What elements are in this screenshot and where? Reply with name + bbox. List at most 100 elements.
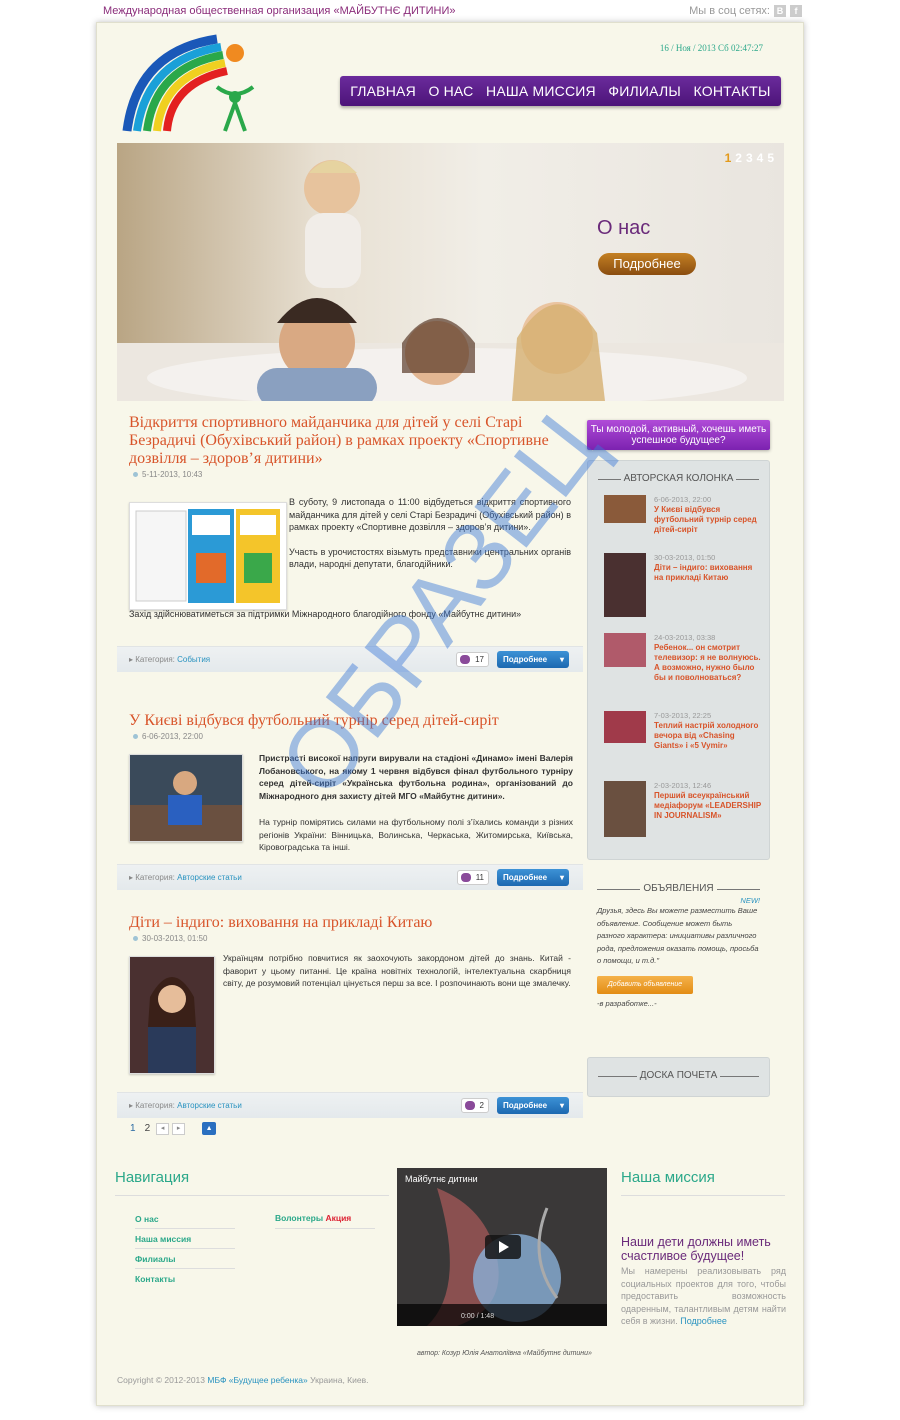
article-category: ▸ Категория: События bbox=[129, 655, 211, 664]
article-thumbnail[interactable] bbox=[129, 956, 215, 1074]
nav-about[interactable]: О НАС bbox=[428, 83, 473, 99]
article-text: В суботу, 9 листопада о 11:00 відбудетьс… bbox=[289, 497, 571, 569]
add-ad-button[interactable]: Добавить объявление bbox=[597, 975, 693, 994]
footer-link[interactable]: О нас bbox=[135, 1214, 159, 1224]
comments-count[interactable]: 17 bbox=[456, 652, 489, 667]
footer-link[interactable]: Филиалы bbox=[135, 1254, 176, 1264]
ads-text: Друзья, здесь Вы можете разместить Ваше … bbox=[597, 906, 759, 965]
article: Діти – індиго: виховання на прикладі Кит… bbox=[117, 914, 583, 1118]
play-icon[interactable] bbox=[485, 1235, 521, 1259]
article-date: 5-11-2013, 10:43 bbox=[117, 468, 583, 479]
slider-pager: 1 2 3 4 5 bbox=[725, 151, 774, 165]
mission-text: Мы намерены реализовывать ряд социальных… bbox=[621, 1266, 786, 1326]
next-arrow-icon[interactable]: ▸ bbox=[172, 1122, 186, 1135]
page-current: 2 bbox=[144, 1123, 151, 1134]
more-button[interactable]: Подробнее bbox=[497, 651, 569, 668]
category-link[interactable]: События bbox=[177, 655, 210, 664]
category-link[interactable]: Авторские статьи bbox=[177, 1101, 242, 1110]
author-title[interactable]: У Києві відбувся футбольний турнір серед… bbox=[654, 505, 762, 535]
portrait-photo bbox=[130, 957, 214, 1073]
author-item[interactable]: 30-03-2013, 01:50 Діти – індиго: вихован… bbox=[604, 553, 764, 619]
copyright-link[interactable]: МБФ «Будущее ребенка» bbox=[207, 1375, 307, 1385]
category-link[interactable]: Авторские статьи bbox=[177, 873, 242, 882]
article-footer: ▸ Категория: Авторские статьи 11 Подробн… bbox=[117, 864, 583, 890]
nav-home[interactable]: ГЛАВНАЯ bbox=[350, 83, 416, 99]
honor-board: ДОСКА ПОЧЕТА bbox=[587, 1057, 770, 1097]
ads-widget: ОБЪЯВЛЕНИЯ NEW! Друзья, здесь Вы можете … bbox=[587, 871, 770, 1051]
article-category: ▸ Категория: Авторские статьи bbox=[129, 873, 242, 882]
divider bbox=[621, 1195, 785, 1196]
divider bbox=[135, 1228, 235, 1229]
footer-link-volunteers[interactable]: Волонтеры Акция bbox=[275, 1213, 351, 1223]
author-item[interactable]: 7-03-2013, 22:25 Теплий настрій холодног… bbox=[604, 711, 764, 777]
author-title[interactable]: Теплий настрій холодного вечора від «Cha… bbox=[654, 721, 762, 751]
slider-title: О нас bbox=[597, 217, 651, 239]
author-item[interactable]: 6-06-2013, 22:00 У Києві відбувся футбол… bbox=[604, 495, 764, 561]
scroll-top-icon[interactable]: ▲ bbox=[202, 1122, 217, 1135]
prev-arrow-icon[interactable]: ◂ bbox=[156, 1122, 170, 1135]
footer-nav-title: Навигация bbox=[115, 1169, 190, 1186]
more-button[interactable]: Подробнее bbox=[497, 1097, 569, 1114]
author-thumb bbox=[604, 781, 646, 837]
author-item[interactable]: 2-03-2013, 12:46 Перший всеукраїнський м… bbox=[604, 781, 764, 847]
author-thumb bbox=[604, 553, 646, 617]
article-text-cont: Захід здійснюватиметься за підтримки Між… bbox=[129, 609, 522, 619]
author-date: 30-03-2013, 01:50 bbox=[654, 553, 716, 562]
author-title[interactable]: Діти – індиго: виховання на прикладі Кит… bbox=[654, 563, 762, 583]
mission-more-link[interactable]: Подробнее bbox=[680, 1316, 727, 1326]
nav-contacts[interactable]: КОНТАКТЫ bbox=[694, 83, 771, 99]
widget-title: АВТОРСКАЯ КОЛОНКА bbox=[588, 473, 769, 484]
comments-count[interactable]: 2 bbox=[460, 1098, 489, 1113]
football-photo bbox=[130, 755, 242, 841]
slider-page[interactable]: 1 bbox=[725, 151, 732, 165]
video-time: 0:00 / 1:48 bbox=[461, 1313, 495, 1320]
footer-link[interactable]: Контакты bbox=[135, 1274, 175, 1284]
article-thumbnail[interactable] bbox=[129, 754, 243, 842]
article-title[interactable]: Діти – індиго: виховання на прикладі Кит… bbox=[117, 914, 583, 932]
divider bbox=[275, 1228, 375, 1229]
nav-branches[interactable]: ФИЛИАЛЫ bbox=[608, 83, 681, 99]
author-thumb bbox=[604, 495, 646, 523]
author-item[interactable]: 24-03-2013, 03:38 Ребенок... он смотрит … bbox=[604, 633, 764, 699]
mission-title: Наша миссия bbox=[621, 1169, 715, 1186]
site-logo[interactable] bbox=[117, 31, 257, 141]
article-text: Пристрасті високої напруги вирували на с… bbox=[259, 753, 573, 801]
slider-page[interactable]: 4 bbox=[757, 151, 764, 165]
slider-more-button[interactable]: Подробнее bbox=[598, 253, 696, 275]
author-date: 7-03-2013, 22:25 bbox=[654, 711, 712, 720]
slider-page[interactable]: 2 bbox=[735, 151, 742, 165]
slider-page[interactable]: 3 bbox=[746, 151, 753, 165]
ads-note: -в разработке...- bbox=[597, 998, 657, 1008]
video-player[interactable]: Майбутнє дитини 0:00 / 1:48 bbox=[397, 1168, 607, 1326]
more-button[interactable]: Подробнее bbox=[497, 869, 569, 886]
poster-image bbox=[135, 509, 280, 603]
cta-banner[interactable]: Ты молодой, активный, хочешь иметь успеш… bbox=[587, 420, 770, 450]
author-thumb bbox=[604, 633, 646, 667]
article-footer: ▸ Категория: События 17 Подробнее bbox=[117, 646, 583, 672]
article-title[interactable]: Відкриття спортивного майданчика для діт… bbox=[117, 414, 583, 468]
footer-link[interactable]: Наша миссия bbox=[135, 1234, 191, 1244]
article: Відкриття спортивного майданчика для діт… bbox=[117, 414, 583, 672]
comments-count[interactable]: 11 bbox=[456, 870, 489, 885]
nav-mission[interactable]: НАША МИССИЯ bbox=[486, 83, 596, 99]
blog-icon[interactable]: B bbox=[774, 5, 786, 17]
article-title[interactable]: У Києві відбувся футбольний турнір серед… bbox=[117, 712, 583, 730]
mission-heading: Наши дети должны иметь счастливое будуще… bbox=[621, 1235, 771, 1263]
divider bbox=[115, 1195, 389, 1196]
author-title[interactable]: Ребенок... он смотрит телевизор: я не во… bbox=[654, 643, 762, 683]
article-text: Українцям потрібно повчитися як заохочую… bbox=[223, 953, 571, 988]
article: У Києві відбувся футбольний турнір серед… bbox=[117, 712, 583, 890]
author-date: 6-06-2013, 22:00 bbox=[654, 495, 712, 504]
divider bbox=[135, 1248, 235, 1249]
divider bbox=[135, 1268, 235, 1269]
author-date: 2-03-2013, 12:46 bbox=[654, 781, 712, 790]
slider-page[interactable]: 5 bbox=[767, 151, 774, 165]
page-link[interactable]: 1 bbox=[127, 1122, 139, 1135]
social-label: Мы в соц сетях: bbox=[689, 5, 770, 17]
facebook-icon[interactable]: f bbox=[790, 5, 802, 17]
author-title[interactable]: Перший всеукраїнський медіафорум «LEADER… bbox=[654, 791, 762, 821]
article-date: 30-03-2013, 01:50 bbox=[117, 932, 583, 943]
hero-slider: 1 2 3 4 5 О нас Подробнее bbox=[117, 143, 784, 401]
article-thumbnail[interactable] bbox=[129, 502, 287, 610]
social-links: Мы в соц сетях: B f bbox=[689, 5, 802, 17]
